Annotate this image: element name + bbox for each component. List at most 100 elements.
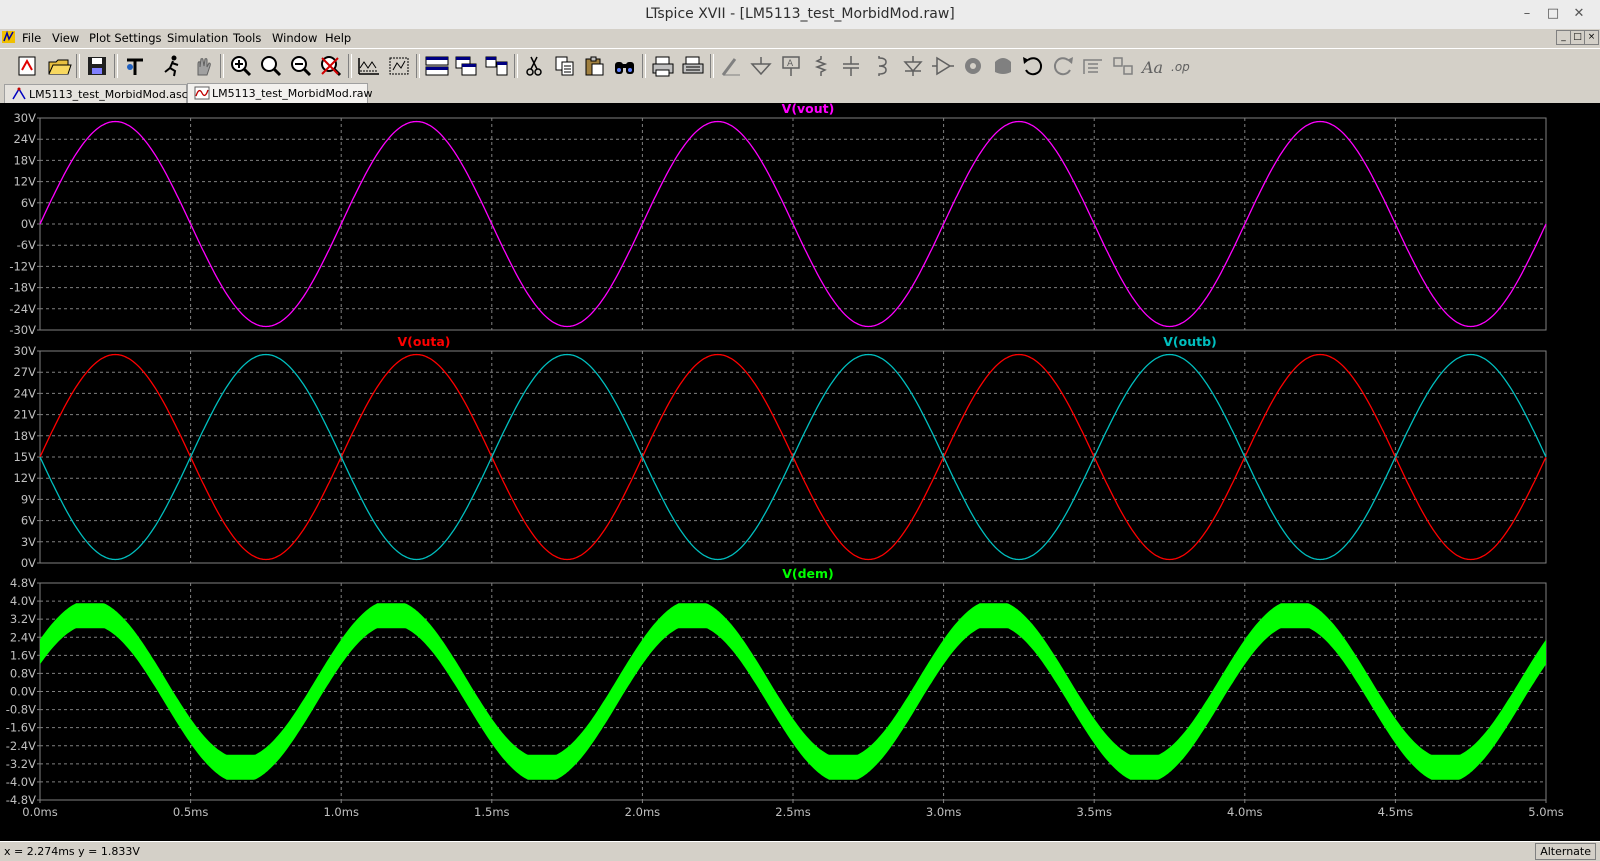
y-tick-label: 18V	[13, 153, 36, 167]
menu-help[interactable]: Help	[325, 31, 351, 45]
toolbar-separator	[642, 54, 646, 78]
y-tick-label: -2.4V	[6, 739, 36, 753]
component-icon[interactable]	[930, 54, 956, 78]
y-tick-label: 4.8V	[10, 576, 36, 590]
move-icon[interactable]	[1080, 54, 1106, 78]
redo-icon[interactable]	[1050, 54, 1076, 78]
svg-text:.op: .op	[1171, 60, 1190, 74]
drag-icon[interactable]	[1110, 54, 1136, 78]
y-tick-label: 24V	[13, 132, 36, 146]
tab-waveform[interactable]: LM5113_test_MorbidMod.raw	[187, 83, 372, 104]
toolbar: A Aa .op	[0, 48, 1600, 84]
manual-limits-icon[interactable]	[386, 54, 412, 78]
diode-icon[interactable]	[900, 54, 926, 78]
menu-bar: File View Plot Settings Simulation Tools…	[0, 29, 1600, 47]
y-tick-label: 2.4V	[10, 630, 36, 644]
print-icon[interactable]	[650, 54, 676, 78]
status-bar: x = 2.274ms y = 1.833V Alternate	[0, 841, 1600, 861]
print-setup-icon[interactable]	[680, 54, 706, 78]
toolbar-separator	[76, 54, 80, 78]
rotate-icon[interactable]	[960, 54, 986, 78]
x-tick-label: 4.0ms	[1227, 805, 1262, 819]
y-tick-label: 12V	[13, 175, 36, 189]
close-button[interactable]: ✕	[1568, 3, 1590, 25]
resistor-icon[interactable]	[808, 54, 834, 78]
plot-pane-3[interactable]: 4.8V 4.0V 3.2V 2.4V 1.6V 0.8V 0.0V -0.8V -1.6V -2…	[6, 566, 1564, 819]
mdi-restore-button[interactable]: □	[1570, 30, 1585, 45]
trace-label[interactable]: V(outb)	[1163, 334, 1217, 349]
tile-vertical-icon[interactable]	[484, 54, 510, 78]
y-tick-label: 24V	[13, 386, 36, 400]
y-tick-label: 6V	[21, 514, 36, 528]
menu-plot-settings[interactable]: Plot Settings	[89, 31, 162, 45]
wire-icon[interactable]	[718, 54, 744, 78]
window-title: LTspice XVII - [LM5113_test_MorbidMod.ra…	[645, 6, 955, 22]
ltspice-app-icon[interactable]	[1, 29, 16, 45]
halt-icon[interactable]	[190, 54, 216, 78]
title-bar: LTspice XVII - [LM5113_test_MorbidMod.ra…	[0, 0, 1600, 29]
y-tick-label: 4.0V	[10, 594, 36, 608]
cut-icon[interactable]	[522, 54, 548, 78]
y-tick-label: 6V	[21, 196, 36, 210]
spice-directive-icon[interactable]: .op	[1170, 54, 1196, 78]
x-tick-label: 5.0ms	[1528, 805, 1563, 819]
plot-pane-2[interactable]: 30V 27V 24V 21V 18V 15V 12V 9V 6V 3V 0V V(outa) V(ou…	[13, 334, 1547, 570]
cascade-icon[interactable]	[454, 54, 480, 78]
text-icon[interactable]: Aa	[1140, 54, 1166, 78]
x-tick-label: 1.5ms	[474, 805, 509, 819]
menu-view[interactable]: View	[52, 31, 79, 45]
new-schematic-icon[interactable]	[14, 54, 40, 78]
mdi-close-button[interactable]: ×	[1584, 30, 1599, 45]
toolbar-separator	[416, 54, 420, 78]
run-icon[interactable]	[160, 54, 186, 78]
y-tick-label: 12V	[13, 471, 36, 485]
y-tick-label: 21V	[13, 408, 36, 422]
x-tick-label: 2.0ms	[625, 805, 660, 819]
paste-icon[interactable]	[582, 54, 608, 78]
trace-label[interactable]: V(outa)	[398, 334, 451, 349]
y-tick-label: 27V	[13, 365, 36, 379]
tile-horizontal-icon[interactable]	[424, 54, 450, 78]
x-tick-label: 1.0ms	[323, 805, 358, 819]
capacitor-icon[interactable]	[838, 54, 864, 78]
open-icon[interactable]	[46, 54, 72, 78]
menu-simulation[interactable]: Simulation	[167, 31, 228, 45]
control-panel-icon[interactable]	[122, 54, 148, 78]
waveform-plot[interactable]: 30V 24V 18V 12V 6V 0V -6V -12V -18V -24V -30V V(vou…	[0, 103, 1600, 841]
y-tick-label: 18V	[13, 429, 36, 443]
waveform-viewer[interactable]: 30V 24V 18V 12V 6V 0V -6V -12V -18V -24V -30V V(vou…	[0, 103, 1600, 841]
trace-label[interactable]: V(vout)	[782, 103, 835, 116]
menu-tools[interactable]: Tools	[233, 31, 261, 45]
mdi-minimize-button[interactable]: _	[1556, 30, 1571, 45]
y-tick-label: -12V	[9, 259, 36, 273]
x-tick-label: 2.5ms	[775, 805, 810, 819]
restore-button[interactable]: □	[1542, 3, 1564, 25]
toolbar-separator	[514, 54, 518, 78]
undo-icon[interactable]	[1020, 54, 1046, 78]
zoom-cancel-icon[interactable]	[318, 54, 344, 78]
toolbar-separator	[220, 54, 224, 78]
y-tick-label: 0.0V	[10, 685, 36, 699]
zoom-in-icon[interactable]	[228, 54, 254, 78]
ground-icon[interactable]	[748, 54, 774, 78]
copy-icon[interactable]	[552, 54, 578, 78]
label-net-icon[interactable]: A	[778, 54, 804, 78]
autorange-icon[interactable]	[356, 54, 382, 78]
menu-window[interactable]: Window	[272, 31, 317, 45]
toolbar-separator	[710, 54, 714, 78]
minimize-button[interactable]: –	[1516, 3, 1538, 25]
save-icon[interactable]	[84, 54, 110, 78]
tab-schematic[interactable]: LM5113_test_MorbidMod.asc	[4, 84, 188, 103]
menu-file[interactable]: File	[22, 31, 41, 45]
inductor-icon[interactable]	[868, 54, 894, 78]
y-tick-label: -4.0V	[6, 775, 36, 789]
find-icon[interactable]	[612, 54, 638, 78]
trace-label[interactable]: V(dem)	[782, 566, 834, 581]
y-tick-label: 0V	[21, 556, 36, 570]
zoom-out-icon[interactable]	[288, 54, 314, 78]
zoom-full-icon[interactable]	[258, 54, 284, 78]
mirror-icon[interactable]	[990, 54, 1016, 78]
plot-pane-1[interactable]: 30V 24V 18V 12V 6V 0V -6V -12V -18V -24V -30V V(vou…	[9, 103, 1547, 337]
svg-text:Aa: Aa	[1140, 58, 1163, 77]
y-tick-label: -0.8V	[6, 703, 36, 717]
